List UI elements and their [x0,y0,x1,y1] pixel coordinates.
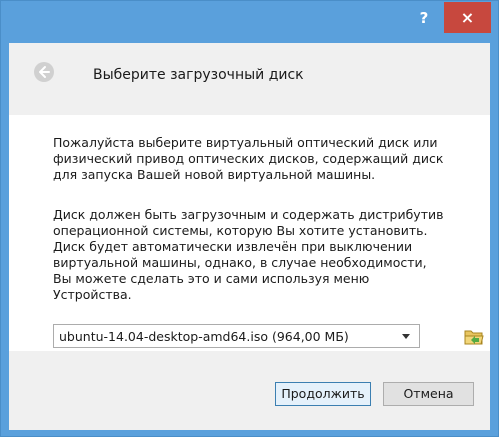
description-paragraph-2: Диск должен быть загрузочным и содержать… [53,207,483,303]
choose-disk-file-button[interactable] [464,328,484,346]
text-line: для запуска Вашей новой виртуальной маши… [53,167,376,182]
dialog-window: ? × Выберите загрузочный диск Пожалуйста… [0,0,499,437]
text-line: Устройства. [53,287,132,302]
text-line: Пожалуйста выберите виртуальный оптическ… [53,135,438,150]
title-bar: ? × [1,1,498,43]
close-button[interactable]: × [444,2,491,33]
button-bar: Продолжить Отмена [9,351,490,430]
text-line: Вы можете сделать это и сами используя м… [53,271,370,286]
text-line: Диск должен быть загрузочным и содержать… [53,207,444,222]
chevron-down-icon [402,334,410,339]
page-title: Выберите загрузочный диск [93,67,304,83]
disk-select-value: ubuntu-14.04-desktop-amd64.iso (964,00 М… [59,329,349,344]
text-line: виртуальной машины, однако, в случае нео… [53,255,427,270]
text-line: Диск будет автоматически извлечён при вы… [53,239,413,254]
disk-selector-row: ubuntu-14.04-desktop-amd64.iso (964,00 М… [9,310,490,351]
content-area: Пожалуйста выберите виртуальный оптическ… [9,115,490,310]
back-arrow-icon [39,66,50,78]
continue-button[interactable]: Продолжить [275,382,371,406]
text-line: физический привод оптических дисков, сод… [53,151,444,166]
description-paragraph-1: Пожалуйста выберите виртуальный оптическ… [53,135,483,183]
folder-icon [464,330,484,345]
cancel-button[interactable]: Отмена [383,382,474,406]
help-button[interactable]: ? [413,7,435,29]
back-button[interactable] [34,62,54,82]
disk-select[interactable]: ubuntu-14.04-desktop-amd64.iso (964,00 М… [53,324,420,348]
text-line: операционной системы, которую Вы хотите … [53,223,428,238]
wizard-header: Выберите загрузочный диск [9,43,490,115]
